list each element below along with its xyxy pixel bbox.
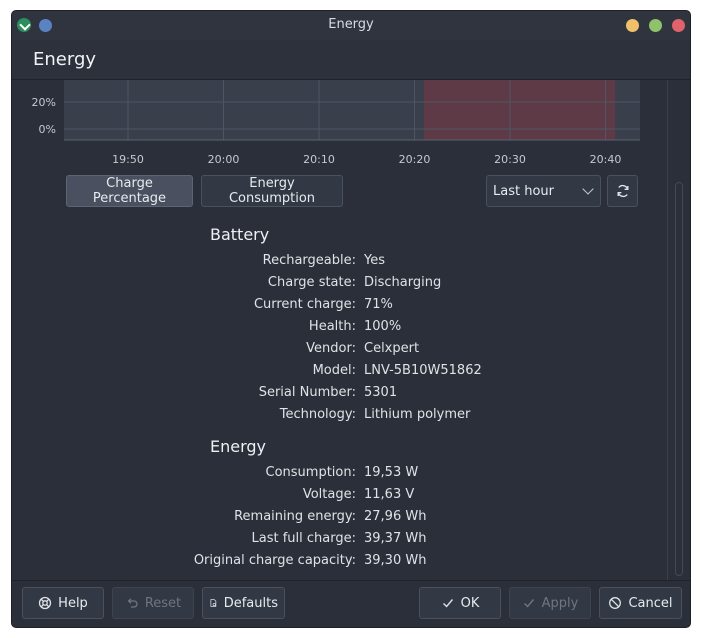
tab-energy-consumption-label: Energy Consumption <box>228 176 316 206</box>
scrollbar-thumb[interactable] <box>675 182 683 576</box>
property-label: Current charge: <box>253 297 356 312</box>
property-row: Last full charge: 39,37 Wh <box>12 531 652 549</box>
page-header: Energy <box>12 40 690 80</box>
checkmark-icon <box>442 599 453 608</box>
property-row: Serial Number: 5301 <box>12 385 652 403</box>
property-label: Serial Number: <box>258 385 356 400</box>
property-row: Original charge capacity: 39,30 Wh <box>12 553 652 571</box>
tab-charge-percentage[interactable]: Charge Percentage <box>66 175 193 207</box>
maximize-button[interactable] <box>649 19 662 32</box>
battery-section-title: Battery <box>210 225 270 244</box>
x-tick-label: 20:10 <box>303 153 335 166</box>
property-value: 19,53 W <box>364 465 419 480</box>
y-tick-label: 20% <box>32 96 56 109</box>
refresh-button[interactable] <box>607 175 638 207</box>
property-value: Yes <box>364 253 385 268</box>
page-title: Energy <box>33 49 97 70</box>
property-row: Model: LNV-5B10W51862 <box>12 363 652 381</box>
y-tick-label: 0% <box>39 123 56 136</box>
x-tick-label: 20:20 <box>399 153 431 166</box>
chart-highlight-region <box>424 80 616 140</box>
property-label: Charge state: <box>267 275 356 290</box>
scroll-content: 19:50 20:00 20:10 20:20 20:30 20:40 20% 0% Char… <box>12 80 690 580</box>
defaults-button[interactable]: Defaults <box>202 587 285 619</box>
ok-label: OK <box>460 595 480 611</box>
property-label: Rechargeable: <box>262 253 356 268</box>
cancel-label: Cancel <box>628 595 673 611</box>
x-tick-label: 20:40 <box>590 153 622 166</box>
minimize-button[interactable] <box>626 19 639 32</box>
property-row: Current charge: 71% <box>12 297 652 315</box>
cancel-icon <box>609 597 622 609</box>
property-label: Health: <box>308 319 356 334</box>
property-label: Vendor: <box>306 341 356 356</box>
help-label: Help <box>58 595 88 611</box>
property-label: Voltage: <box>302 487 356 502</box>
help-button[interactable]: Help <box>22 587 104 619</box>
property-label: Last full charge: <box>251 531 356 546</box>
checkmark-icon <box>523 599 534 608</box>
reset-label: Reset <box>144 595 182 611</box>
apply-button[interactable]: Apply <box>509 587 591 619</box>
property-label: Consumption: <box>265 465 356 480</box>
property-row: Health: 100% <box>12 319 652 337</box>
property-label: Remaining energy: <box>234 509 356 524</box>
defaults-label: Defaults <box>223 595 278 611</box>
vertical-scrollbar[interactable] <box>667 80 688 580</box>
x-tick-label: 20:30 <box>494 153 526 166</box>
property-value: LNV-5B10W51862 <box>364 363 482 378</box>
property-value: 11,63 V <box>364 487 415 502</box>
property-row: Technology: Lithium polymer <box>12 407 652 425</box>
property-value: Celxpert <box>364 341 420 356</box>
tab-charge-percentage-label: Charge Percentage <box>92 176 167 206</box>
document-defaults-icon <box>210 599 217 607</box>
property-row: Charge state: Discharging <box>12 275 652 293</box>
energy-chart: 19:50 20:00 20:10 20:20 20:30 20:40 20% 0% <box>12 80 672 170</box>
energy-window: Energy Energy 19:50 20:00 20:10 20:20 20:30 2… <box>11 10 691 628</box>
property-value: Discharging <box>364 275 442 290</box>
energy-section-title: Energy <box>210 437 267 456</box>
x-tick-label: 19:50 <box>112 153 144 166</box>
ok-button[interactable]: OK <box>419 587 501 619</box>
reset-button[interactable]: Reset <box>112 587 194 619</box>
property-label: Model: <box>312 363 356 378</box>
undo-icon <box>127 598 138 608</box>
property-value: 100% <box>364 319 402 334</box>
cancel-button[interactable]: Cancel <box>599 587 682 619</box>
window-title: Energy <box>328 17 374 32</box>
property-value: 39,37 Wh <box>364 531 427 546</box>
close-button[interactable] <box>672 19 685 32</box>
property-label: Original charge capacity: <box>193 553 356 568</box>
help-icon <box>39 596 52 610</box>
dialog-footer: Help Reset Defaults OK Apply Cancel <box>12 580 690 627</box>
property-label: Technology: <box>279 407 356 422</box>
property-row: Voltage: 11,63 V <box>12 487 652 505</box>
property-value: 5301 <box>364 385 398 400</box>
property-row: Rechargeable: Yes <box>12 253 652 271</box>
property-value: Lithium polymer <box>364 407 471 422</box>
property-value: 71% <box>364 297 393 312</box>
tab-energy-consumption[interactable]: Energy Consumption <box>201 175 343 207</box>
property-row: Vendor: Celxpert <box>12 341 652 359</box>
chevron-down-icon <box>582 183 594 195</box>
refresh-icon <box>617 184 628 198</box>
property-row: Remaining energy: 27,96 Wh <box>12 509 652 527</box>
apply-label: Apply <box>541 595 579 611</box>
chart-svg: 19:50 20:00 20:10 20:20 20:30 20:40 20% 0% <box>32 80 640 166</box>
time-range-select[interactable]: Last hour <box>486 175 601 207</box>
property-value: 39,30 Wh <box>364 553 427 568</box>
title-bar: Energy <box>12 11 690 41</box>
x-tick-label: 20:00 <box>208 153 240 166</box>
property-value: 27,96 Wh <box>364 509 427 524</box>
property-row: Consumption: 19,53 W <box>12 465 652 483</box>
time-range-value: Last hour <box>493 183 554 199</box>
